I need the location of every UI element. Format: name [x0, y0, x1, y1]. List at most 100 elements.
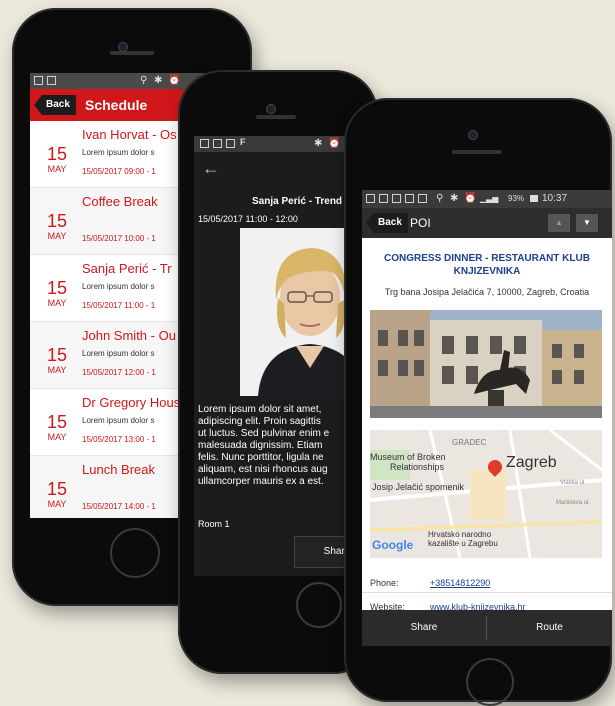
description-line: felis. Nunc porttitor, ligula ne [198, 452, 324, 463]
battery-level: 93% [508, 194, 525, 203]
bluetooth-icon: ✱ [154, 75, 163, 86]
item-time: 15/05/2017 12:00 - 1 [82, 368, 156, 377]
status-bar: ⚲ ✱ ⏰ ▁▃▅ 93% 10:37 [362, 190, 612, 208]
home-button[interactable] [296, 582, 342, 628]
page-title: POI [410, 216, 431, 230]
camera [468, 130, 478, 140]
route-button[interactable]: Route [487, 610, 612, 646]
poi-photo [370, 310, 602, 418]
camera [266, 104, 276, 114]
item-month: MAY [47, 499, 67, 509]
description-line: aliquam, est nisi rhoncus aug [198, 464, 328, 475]
item-desc: Lorem ipsum dolor s [82, 282, 155, 291]
item-day: 15 [46, 345, 68, 365]
image-icon [418, 194, 427, 203]
phone-poi: ⚲ ✱ ⏰ ▁▃▅ 93% 10:37 Back POI ▲ ▼ CONGRES… [344, 98, 612, 706]
item-day: 15 [46, 278, 68, 298]
item-day: 15 [46, 144, 68, 164]
item-time: 15/05/2017 10:00 - 1 [82, 234, 156, 243]
location-icon: ⚲ [140, 75, 148, 86]
flag-icon: F [240, 137, 246, 147]
image-icon [405, 194, 414, 203]
poi-name: CONGRESS DINNER - RESTAURANT KLUB KNJIZE… [362, 252, 612, 278]
google-logo: Google [372, 538, 414, 552]
back-button[interactable]: Back [366, 213, 408, 233]
battery-icon [530, 195, 538, 202]
home-button[interactable] [466, 658, 514, 706]
poi-screen: ⚲ ✱ ⏰ ▁▃▅ 93% 10:37 Back POI ▲ ▼ CONGRES… [362, 190, 612, 620]
item-desc: Lorem ipsum dolor s [82, 416, 155, 425]
item-time: 15/05/2017 11:00 - 1 [82, 301, 156, 310]
item-day: 15 [46, 211, 68, 231]
image-icon [200, 139, 209, 148]
image-icon [213, 139, 222, 148]
description-line: ullamcorper mauris ex a est. [198, 476, 324, 487]
item-month: MAY [47, 231, 67, 241]
poi-address: Trg bana Josipa Jelačića 7, 10000, Zagre… [384, 287, 590, 297]
map-label-line: Museum of Broken [370, 452, 446, 462]
item-time: 15/05/2017 14:00 - 1 [82, 502, 156, 511]
item-title: Coffee Break [82, 194, 158, 209]
share-button[interactable]: Share [362, 610, 486, 646]
item-month: MAY [47, 432, 67, 442]
home-button[interactable] [110, 528, 160, 578]
alarm-icon: ⏰ [168, 75, 181, 86]
item-month: MAY [47, 164, 67, 174]
map-label-city: Zagreb [506, 454, 557, 471]
item-title: Ivan Horvat - Os [82, 127, 177, 142]
divider [362, 592, 612, 593]
session-time: 15/05/2017 11:00 - 12:00 [198, 214, 298, 224]
poi-map[interactable]: GRADEC Museum of Broken Relationships Za… [370, 430, 602, 558]
item-month: MAY [47, 298, 67, 308]
poi-name-line: KNJIZEVNIKA [453, 266, 521, 277]
item-time: 15/05/2017 13:00 - 1 [82, 435, 156, 444]
bluetooth-icon: ✱ [314, 138, 323, 149]
image-icon [366, 194, 375, 203]
map-label-museum: Museum of Broken Relationships [370, 452, 446, 472]
alarm-icon: ⏰ [464, 193, 477, 204]
description-line: ut luctus. Sed pulvinar enim e [198, 428, 330, 439]
poi-action-bar: Share Route [362, 610, 612, 646]
speaker [256, 115, 296, 119]
image-icon [392, 194, 401, 203]
speaker [110, 51, 154, 55]
item-title: Dr Gregory Hous [82, 395, 181, 410]
session-title: Sanja Perić - Trend [252, 196, 343, 207]
item-title: Lunch Break [82, 462, 155, 477]
next-button[interactable]: ▼ [576, 214, 598, 232]
map-label-line: Hrvatsko narodno [428, 530, 492, 539]
item-title: Sanja Perić - Tr [82, 261, 172, 276]
map-label-street: Vlaška ul. [560, 480, 587, 486]
map-label-street: Martićeva ul. [556, 500, 591, 506]
location-icon: ⚲ [436, 193, 444, 204]
status-time: 10:37 [542, 193, 568, 204]
image-icon [34, 76, 43, 85]
item-month: MAY [47, 365, 67, 375]
poi-header: Back POI ▲ ▼ [362, 208, 612, 238]
description-line: malesuada dignissim. Etiam [198, 440, 323, 451]
camera [118, 42, 128, 52]
map-label-monument: Josip Jelačić spomenik [372, 482, 465, 492]
item-day: 15 [46, 479, 68, 499]
phone-label: Phone: [370, 578, 399, 588]
description-line: adipiscing elit. Proin sagittis [198, 416, 321, 427]
speaker [452, 150, 502, 154]
image-icon [379, 194, 388, 203]
poi-name-line: CONGRESS DINNER - RESTAURANT KLUB [384, 253, 590, 264]
back-button[interactable]: Back [34, 95, 76, 115]
description-line: Lorem ipsum dolor sit amet, [198, 404, 322, 415]
map-label-line: Relationships [390, 462, 445, 472]
map-label-line: kazalište u Zagrebu [428, 539, 498, 548]
previous-button[interactable]: ▲ [548, 214, 570, 232]
session-room: Room 1 [198, 519, 230, 529]
item-title: John Smith - Ou [82, 328, 176, 343]
alarm-icon: ⏰ [328, 138, 341, 149]
signal-icon: ▁▃▅ [480, 194, 499, 203]
image-icon [226, 139, 235, 148]
image-icon [47, 76, 56, 85]
phone-link[interactable]: +38514812290 [430, 578, 490, 588]
bluetooth-icon: ✱ [450, 193, 459, 204]
back-arrow-icon[interactable]: ← [202, 158, 220, 179]
item-desc: Lorem ipsum dolor s [82, 148, 155, 157]
item-desc: Lorem ipsum dolor s [82, 349, 155, 358]
